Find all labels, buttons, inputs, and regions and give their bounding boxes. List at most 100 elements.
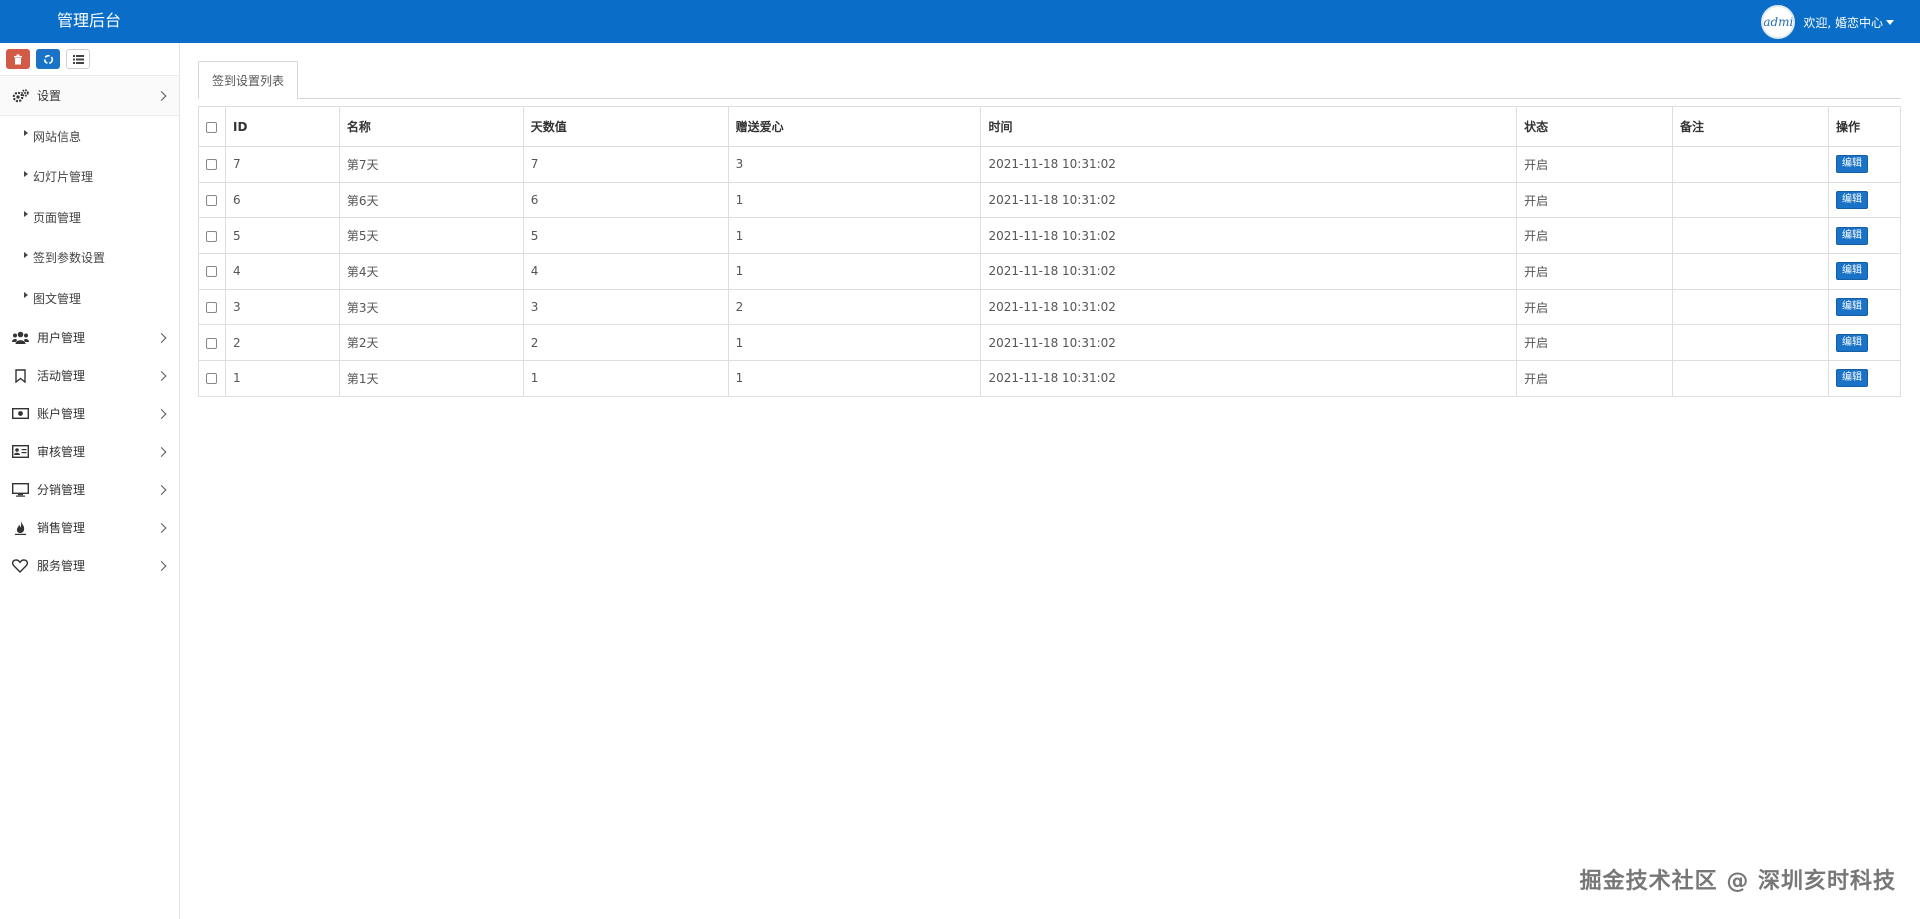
table-row: 5 第5天 5 1 2021-11-18 10:31:02 开启 编辑: [198, 217, 1902, 255]
cell-time: 2021-11-18 10:31:02: [980, 181, 1518, 219]
trash-shortcut-button[interactable]: [6, 49, 30, 69]
watermark: 掘金技术社区 @ 深圳亥时科技: [1579, 869, 1896, 894]
cell-action: 编辑: [1827, 360, 1902, 397]
edit-button[interactable]: 编辑: [1835, 155, 1868, 174]
sidebar-shortcuts: [0, 43, 179, 76]
sidebar-item-label: 账户管理: [37, 407, 86, 421]
submenu-item-site-info[interactable]: 网站信息: [0, 116, 179, 157]
sidebar-item-label: 用户管理: [37, 331, 86, 345]
cell-action: 编辑: [1827, 253, 1902, 290]
cell-name: 第5天: [338, 217, 524, 255]
cell-time: 2021-11-18 10:31:02: [980, 217, 1518, 255]
chevron-right-icon: [156, 90, 167, 101]
sidebar-item-label: 审核管理: [37, 445, 86, 459]
brand-title[interactable]: 管理后台: [57, 11, 121, 31]
sidebar-item-service[interactable]: 服务管理: [0, 547, 179, 585]
sidebar-item-accounts[interactable]: 账户管理: [0, 395, 179, 433]
sidebar-item-label: 销售管理: [37, 521, 86, 535]
recycle-shortcut-button[interactable]: [36, 49, 60, 69]
row-select-cell: [198, 288, 226, 326]
submenu-item-label: 网站信息: [33, 129, 82, 144]
cell-id: 7: [224, 146, 340, 183]
gears-icon: [10, 88, 30, 104]
chevron-right-icon: [156, 370, 167, 381]
cell-action: 编辑: [1827, 217, 1902, 255]
column-header-name[interactable]: 名称: [338, 106, 524, 147]
sidebar-item-review[interactable]: 审核管理: [0, 433, 179, 471]
id-card-icon: [10, 444, 30, 460]
submenu-item-label: 页面管理: [33, 210, 82, 225]
select-all-checkbox[interactable]: [206, 121, 217, 133]
column-header-status[interactable]: 状态: [1516, 106, 1674, 147]
welcome-text[interactable]: 欢迎, 婚恋中心: [1803, 14, 1883, 31]
cell-id: 3: [224, 288, 340, 326]
cell-days: 5: [522, 217, 729, 255]
caret-down-icon[interactable]: [1886, 19, 1894, 25]
cell-status: 开启: [1516, 217, 1674, 255]
cell-note: [1672, 217, 1829, 255]
cell-hearts: 1: [727, 217, 982, 255]
cell-hearts: 1: [727, 181, 982, 219]
cell-action: 编辑: [1827, 324, 1902, 362]
edit-button[interactable]: 编辑: [1835, 333, 1868, 352]
cell-action: 编辑: [1827, 181, 1902, 219]
cell-hearts: 2: [727, 288, 982, 326]
cell-note: [1672, 360, 1829, 397]
sidebar: 设置 网站信息 幻灯片管理 页面管理 签到参数设置 图文管理 用户管理 活动管理…: [0, 43, 180, 919]
monitor-icon: [10, 482, 30, 498]
edit-button[interactable]: 编辑: [1835, 369, 1868, 388]
cell-time: 2021-11-18 10:31:02: [980, 288, 1518, 326]
chevron-right-icon: [156, 484, 167, 495]
column-header-hearts[interactable]: 赠送爱心: [727, 106, 982, 147]
column-header-days[interactable]: 天数值: [522, 106, 729, 147]
main-content: 签到设置列表 ID 名称 天数值 赠送爱心 时间 状态 备注 操作 7 第7天: [181, 43, 1920, 919]
submenu-item-pages[interactable]: 页面管理: [0, 197, 179, 238]
row-checkbox[interactable]: [206, 373, 217, 385]
cell-note: [1672, 146, 1829, 183]
submenu-item-slides[interactable]: 幻灯片管理: [0, 157, 179, 198]
user-menu[interactable]: admi 欢迎, 婚恋中心: [1761, 5, 1894, 39]
bookmark-icon: [10, 368, 30, 384]
row-checkbox[interactable]: [206, 266, 217, 278]
row-checkbox[interactable]: [206, 302, 217, 314]
sidebar-item-label: 设置: [37, 89, 62, 103]
sidebar-item-settings[interactable]: 设置: [0, 76, 179, 116]
trash-icon: [14, 54, 22, 64]
cell-status: 开启: [1516, 253, 1674, 290]
column-header-action: 操作: [1827, 106, 1902, 147]
sidebar-item-activities[interactable]: 活动管理: [0, 357, 179, 395]
avatar[interactable]: admi: [1761, 5, 1796, 39]
row-checkbox[interactable]: [206, 195, 217, 207]
table-row: 3 第3天 3 2 2021-11-18 10:31:02 开启 编辑: [198, 288, 1902, 326]
top-navbar: 管理后台 admi 欢迎, 婚恋中心: [0, 0, 1920, 43]
row-checkbox[interactable]: [206, 230, 217, 242]
column-header-note[interactable]: 备注: [1672, 106, 1829, 147]
sidebar-item-label: 分销管理: [37, 483, 86, 497]
column-header-id[interactable]: ID: [224, 106, 340, 147]
list-shortcut-button[interactable]: [66, 49, 90, 69]
submenu-item-articles[interactable]: 图文管理: [0, 278, 179, 319]
table-row: 6 第6天 6 1 2021-11-18 10:31:02 开启 编辑: [198, 181, 1902, 219]
cell-time: 2021-11-18 10:31:02: [980, 324, 1518, 362]
caret-right-icon: [24, 251, 28, 258]
chevron-right-icon: [156, 332, 167, 343]
sidebar-item-sales[interactable]: 销售管理: [0, 509, 179, 547]
cell-name: 第1天: [338, 360, 524, 397]
cell-status: 开启: [1516, 181, 1674, 219]
cell-note: [1672, 181, 1829, 219]
row-checkbox[interactable]: [206, 337, 217, 349]
sidebar-item-distribution[interactable]: 分销管理: [0, 471, 179, 509]
row-checkbox[interactable]: [206, 159, 217, 171]
cell-name: 第4天: [338, 253, 524, 290]
submenu-item-checkin-params[interactable]: 签到参数设置: [0, 238, 179, 279]
tab-checkin-settings-list[interactable]: 签到设置列表: [198, 61, 299, 99]
sidebar-item-users[interactable]: 用户管理: [0, 319, 179, 357]
cell-note: [1672, 288, 1829, 326]
edit-button[interactable]: 编辑: [1835, 298, 1868, 317]
edit-button[interactable]: 编辑: [1835, 191, 1868, 210]
edit-button[interactable]: 编辑: [1835, 226, 1868, 245]
edit-button[interactable]: 编辑: [1835, 262, 1868, 281]
sidebar-item-label: 活动管理: [37, 369, 86, 383]
cell-action: 编辑: [1827, 146, 1902, 183]
column-header-time[interactable]: 时间: [980, 106, 1518, 147]
